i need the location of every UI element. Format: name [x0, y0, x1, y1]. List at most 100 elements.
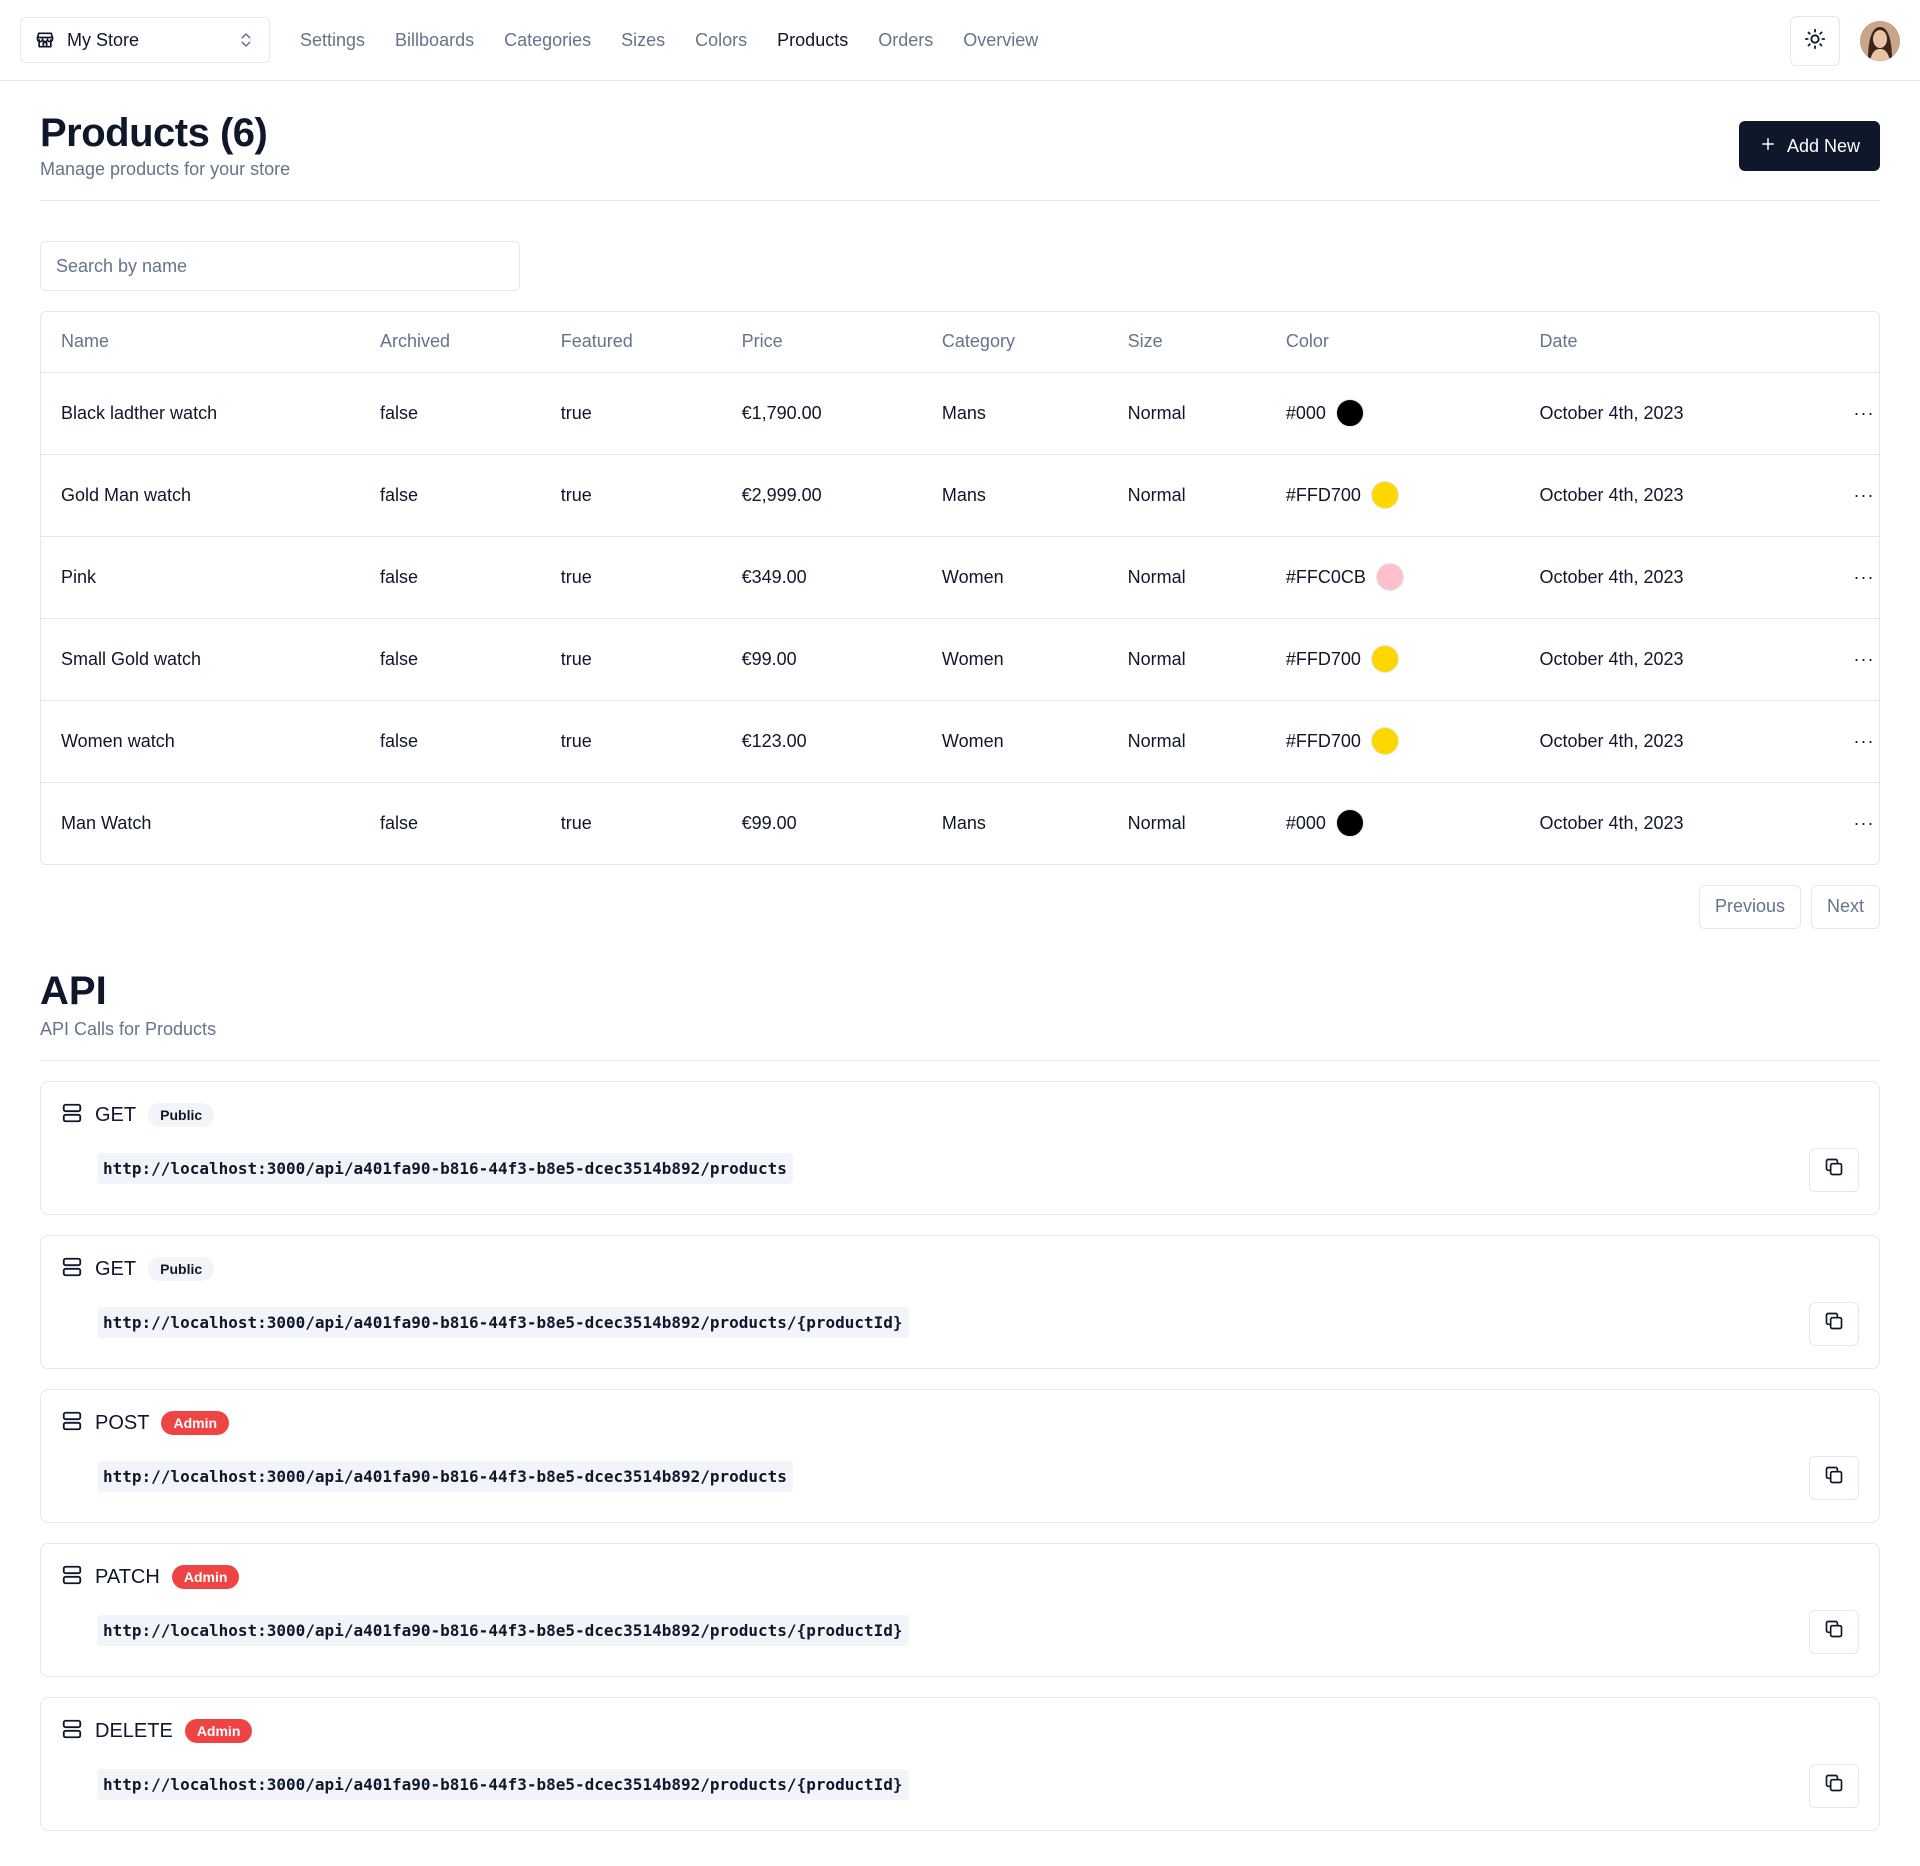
previous-button[interactable]: Previous [1698, 884, 1801, 929]
cell-price: €99.00 [721, 618, 922, 701]
nav-item-categories[interactable]: Categories [504, 30, 591, 51]
search-input[interactable] [40, 241, 520, 291]
add-new-label: Add New [1786, 135, 1860, 156]
color-swatch [1370, 727, 1399, 755]
next-button[interactable]: Next [1810, 884, 1880, 929]
server-icon [61, 1410, 83, 1437]
api-access-badge: Public [148, 1103, 215, 1127]
nav-item-products[interactable]: Products [777, 30, 848, 51]
table-row[interactable]: Man Watch false true €99.00 Mans Normal #000 Oc… [41, 782, 1879, 864]
cell-featured: true [540, 700, 722, 783]
cell-archived: false [379, 812, 418, 833]
api-header: API API Calls for Products [40, 969, 1880, 1061]
copy-button[interactable] [1809, 1147, 1859, 1192]
color-value: #000 [1285, 812, 1326, 833]
table-row[interactable]: Gold Man watch false true €2,999.00 Mans Norm… [41, 454, 1879, 537]
cell-price: €2,999.00 [721, 454, 922, 537]
color-swatch [1370, 481, 1399, 509]
color-value: #FFD700 [1285, 730, 1361, 751]
column-header-color: Color [1265, 312, 1520, 373]
cell-featured: true [560, 812, 592, 833]
cell-name: Women watch [41, 700, 360, 783]
api-access-badge: Public [148, 1257, 215, 1281]
table-row[interactable]: Small Gold watch false true €99.00 Women Norm… [41, 618, 1879, 701]
more-horizontal-icon[interactable]: ··· [1849, 567, 1879, 588]
cell-size: Normal [1127, 812, 1186, 833]
table-row[interactable]: Black ladther watch false true €1,790.00 Man… [41, 372, 1879, 455]
cell-size: Normal [1107, 372, 1266, 455]
column-header-featured: Featured [540, 312, 722, 373]
cell-name: Gold Man watch [41, 454, 360, 537]
more-horizontal-icon[interactable]: ··· [1849, 813, 1879, 834]
theme-toggle-button[interactable] [1790, 16, 1840, 66]
api-url: http://localhost:3000/api/a401fa90-b816-… [97, 1768, 909, 1800]
copy-icon [1824, 1157, 1844, 1182]
color-value: #FFD700 [1285, 648, 1361, 669]
cell-date: October 4th, 2023 [1539, 812, 1684, 833]
cell-color: #FFD700 [1265, 454, 1520, 537]
api-method: GET [95, 1257, 137, 1280]
api-card: GET Public http://localhost:3000/api/a401f… [40, 1080, 1880, 1215]
nav-item-overview[interactable]: Overview [963, 30, 1038, 51]
nav-item-orders[interactable]: Orders [878, 30, 933, 51]
copy-button[interactable] [1809, 1609, 1859, 1654]
cell-color: #FFC0CB [1265, 536, 1520, 619]
more-horizontal-icon[interactable]: ··· [1849, 485, 1879, 506]
copy-icon [1824, 1619, 1844, 1644]
store-switcher[interactable]: My Store [20, 17, 270, 63]
cell-actions: ··· [1829, 536, 1879, 619]
table-row[interactable]: Pink false true €349.00 Women Normal #FFC0CB Oc… [41, 536, 1879, 619]
main-nav: Settings Billboards Categories Sizes Colors P… [300, 30, 1038, 51]
nav-item-colors[interactable]: Colors [695, 30, 747, 51]
column-header-size: Size [1107, 312, 1266, 373]
copy-icon [1824, 1465, 1844, 1490]
plus-icon [1759, 135, 1777, 158]
api-method: DELETE [95, 1719, 173, 1742]
cell-date: October 4th, 2023 [1519, 454, 1829, 537]
api-method: PATCH [95, 1565, 160, 1588]
add-new-button[interactable]: Add New [1738, 121, 1880, 171]
cell-size: Normal [1107, 454, 1266, 537]
copy-button[interactable] [1809, 1301, 1859, 1346]
cell-archived: false [359, 372, 541, 455]
more-horizontal-icon[interactable]: ··· [1849, 649, 1879, 670]
api-title: API [40, 968, 107, 1013]
page-title: Products (6) [40, 111, 268, 155]
copy-button[interactable] [1809, 1455, 1859, 1500]
color-value: #FFD700 [1285, 484, 1361, 505]
api-access-badge: Admin [171, 1565, 240, 1589]
copy-icon [1824, 1311, 1844, 1336]
api-method: GET [95, 1103, 137, 1126]
color-swatch [1335, 809, 1364, 837]
cell-size: Normal [1107, 536, 1266, 619]
cell-color: #000 [1265, 372, 1520, 455]
color-swatch [1335, 399, 1364, 427]
chevrons-up-down-icon [237, 31, 255, 49]
cell-archived: false [359, 700, 541, 783]
cell-price: €123.00 [721, 700, 922, 783]
page-subtitle: Manage products for your store [40, 159, 291, 179]
store-name: My Store [67, 29, 140, 50]
cell-archived: false [359, 618, 541, 701]
user-avatar[interactable] [1860, 21, 1900, 61]
color-swatch [1370, 645, 1399, 673]
nav-item-sizes[interactable]: Sizes [621, 30, 665, 51]
more-horizontal-icon[interactable]: ··· [1849, 731, 1879, 752]
column-header-name: Name [41, 312, 360, 373]
cell-category: Mans [921, 454, 1108, 537]
cell-name: Black ladther watch [41, 372, 360, 455]
table-row[interactable]: Women watch false true €123.00 Women Normal #F… [41, 700, 1879, 783]
cell-color: #000 [1266, 782, 1520, 864]
api-subtitle: API Calls for Products [40, 1018, 217, 1039]
cell-name: Man Watch [61, 812, 152, 833]
cell-date: October 4th, 2023 [1519, 536, 1829, 619]
nav-item-settings[interactable]: Settings [300, 30, 365, 51]
products-table: Name Archived Featured Price Category Size Col… [40, 311, 1880, 865]
cell-featured: true [540, 454, 722, 537]
server-icon [61, 1564, 83, 1591]
cell-category: Women [921, 700, 1108, 783]
pagination: Previous Next [40, 884, 1880, 929]
copy-button[interactable] [1809, 1763, 1859, 1808]
more-horizontal-icon[interactable]: ··· [1849, 403, 1879, 424]
nav-item-billboards[interactable]: Billboards [395, 30, 474, 51]
